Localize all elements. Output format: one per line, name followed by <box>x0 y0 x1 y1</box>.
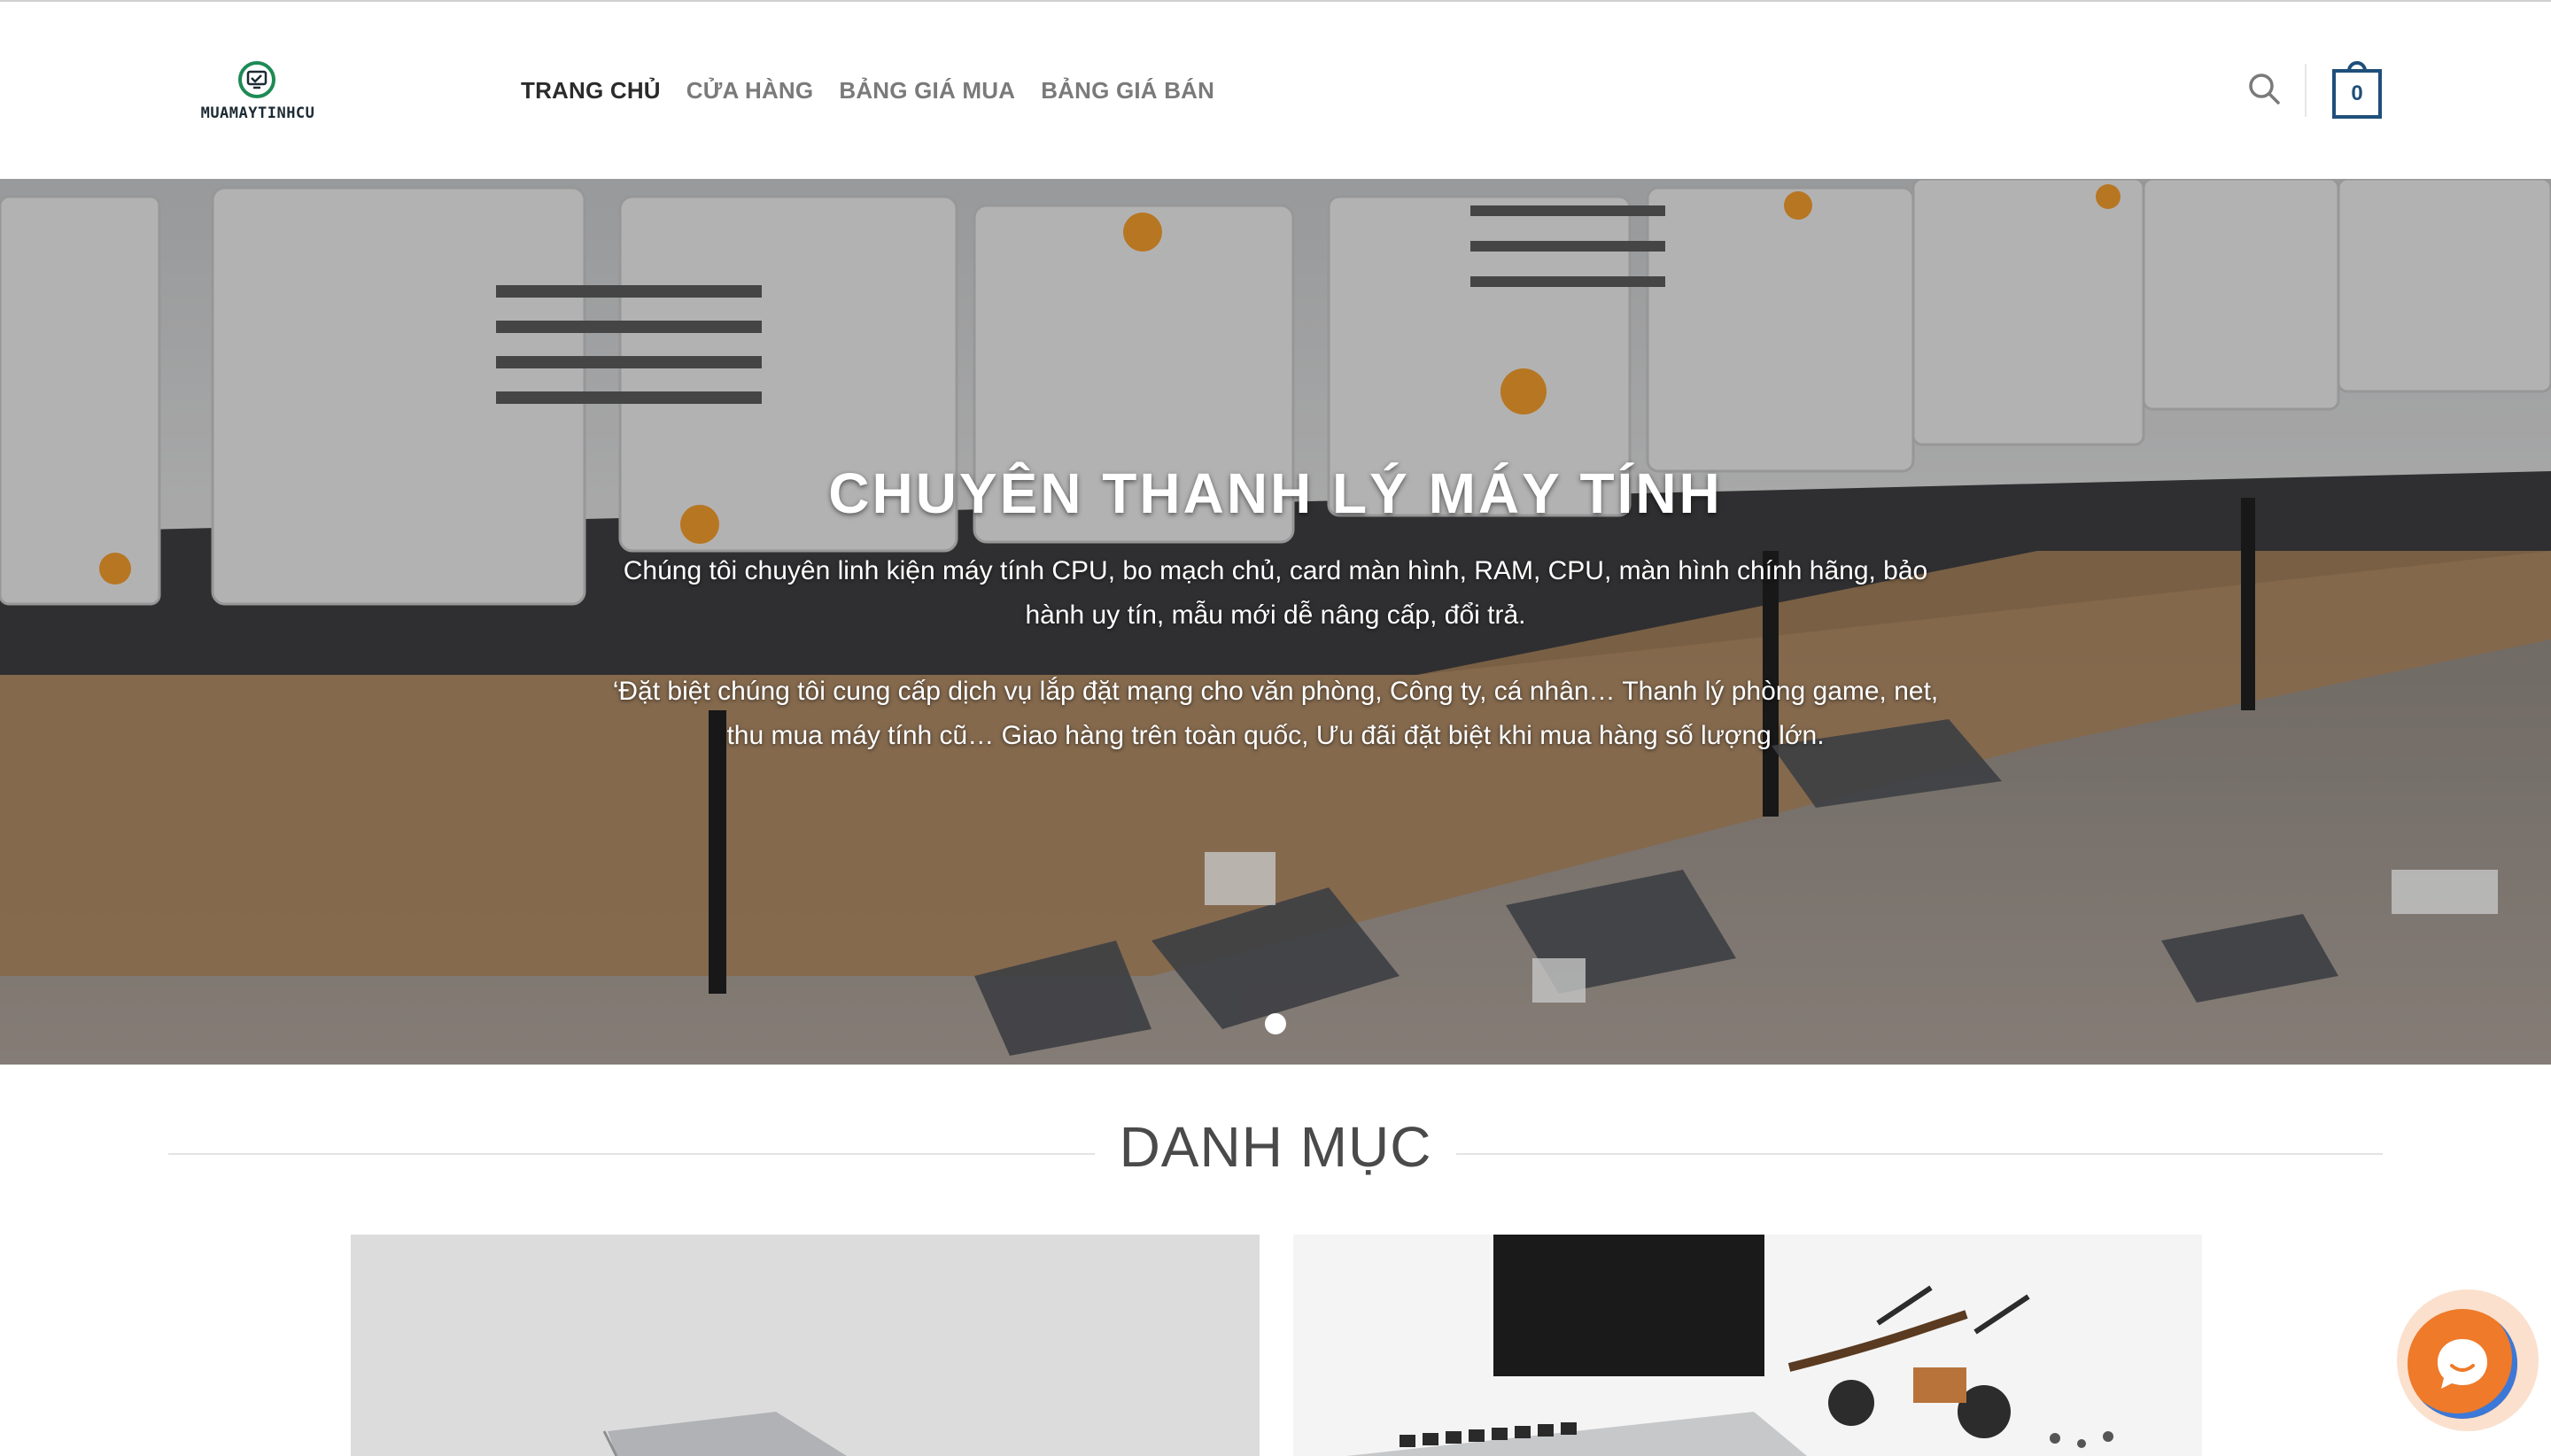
laptop-parts-image <box>1293 1235 2202 1456</box>
logo-text: MUAMAYTINHCU <box>200 105 315 122</box>
cart-button[interactable]: 0 <box>2331 60 2383 119</box>
monitor-check-icon <box>238 61 275 98</box>
main-nav: TRANG CHỦ CỬA HÀNG BẢNG GIÁ MUA BẢNG GIÁ… <box>521 74 1240 106</box>
nav-item-sell-prices[interactable]: BẢNG GIÁ BÁN <box>1041 74 1214 106</box>
hero-paragraph-1: Chúng tôi chuyên linh kiện máy tính CPU,… <box>623 556 1928 630</box>
search-button[interactable] <box>2246 71 2283 108</box>
hero-slider: CHUYÊN THANH LÝ MÁY TÍNH Chúng tôi chuyê… <box>0 179 2551 1065</box>
section-divider-right <box>1456 1153 2383 1155</box>
slider-dot[interactable] <box>1265 1013 1286 1034</box>
search-icon <box>2249 74 2280 105</box>
nav-item-shop[interactable]: CỬA HÀNG <box>686 74 814 106</box>
nav-item-home[interactable]: TRANG CHỦ <box>521 74 661 106</box>
hero-title: CHUYÊN THANH LÝ MÁY TÍNH <box>828 461 1723 525</box>
chat-bubble-icon <box>2438 1339 2487 1389</box>
chat-button[interactable] <box>2408 1309 2517 1419</box>
section-title: DANH MỤC <box>1119 1115 1432 1179</box>
header-divider <box>2305 64 2307 117</box>
cart-count: 0 <box>2351 81 2363 105</box>
category-card-laptop[interactable] <box>351 1235 1260 1456</box>
category-card-parts[interactable] <box>1293 1235 2202 1456</box>
hero-paragraph-2: ‘Đặt biệt chúng tôi cung cấp dịch vụ lắp… <box>612 677 1939 750</box>
site-logo[interactable]: MUAMAYTINHCU <box>182 60 333 124</box>
nav-item-buy-prices[interactable]: BẢNG GIÁ MUA <box>839 74 1015 106</box>
laptop-image <box>351 1235 1260 1456</box>
site-header: MUAMAYTINHCU TRANG CHỦ CỬA HÀNG BẢNG GIÁ… <box>0 2 2551 179</box>
